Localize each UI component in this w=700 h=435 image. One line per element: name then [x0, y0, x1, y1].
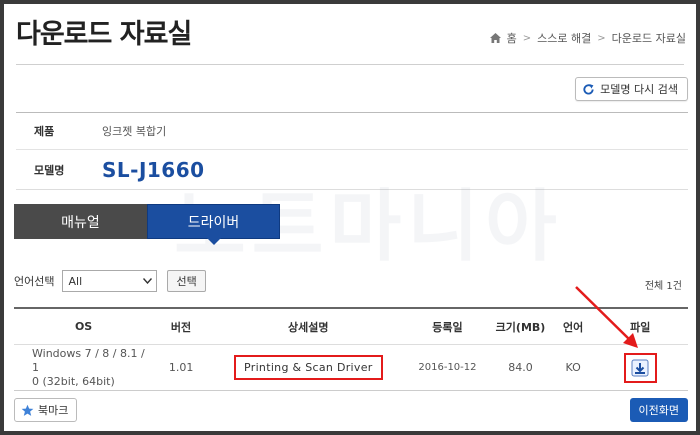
model-row: 모델명 SL-J1660: [16, 149, 688, 189]
back-button[interactable]: 이전화면: [629, 398, 688, 422]
row-os-line1: Windows 7 / 8 / 8.1 / 1: [32, 346, 145, 374]
product-label: 제품: [34, 125, 55, 138]
home-icon[interactable]: [489, 33, 501, 43]
page-frame: 다운로드 자료실 홈 > 스스로 해결 > 다운로드 자료실 모델명 다시 검색…: [4, 4, 696, 431]
page-title: 다운로드 자료실: [16, 19, 192, 50]
tab-driver[interactable]: 드라이버: [147, 204, 280, 245]
header-description: 상세설명: [288, 320, 329, 334]
download-icon: [631, 359, 649, 376]
row-description: Printing & Scan Driver: [234, 355, 383, 380]
product-info: 제품 잉크젯 복합기 모델명 SL-J1660: [16, 112, 688, 190]
star-icon: [21, 404, 34, 416]
language-select[interactable]: All: [62, 270, 158, 292]
bookmark-label: 북마크: [38, 404, 69, 417]
total-count: 전체 1건: [644, 281, 682, 292]
row-size: 84.0: [508, 361, 533, 374]
header-language: 언어: [563, 320, 584, 334]
driver-table: OS 버전 상세설명 등록일 크기(MB) 언어 파일 Windows 7 / …: [14, 307, 688, 391]
language-selected-value: All: [68, 274, 83, 288]
row-os: Windows 7 / 8 / 8.1 / 1 0 (32bit, 64bit): [14, 347, 153, 389]
header-size: 크기(MB): [495, 320, 546, 334]
row-language: KO: [565, 361, 581, 374]
model-research-button[interactable]: 모델명 다시 검색: [575, 77, 688, 101]
row-description-cell: Printing & Scan Driver: [209, 355, 408, 380]
header-date: 등록일: [432, 320, 463, 334]
download-button[interactable]: [623, 352, 657, 383]
header-divider: [16, 64, 684, 65]
chevron-right-icon: >: [522, 32, 532, 44]
product-value: 잉크젯 복합기: [102, 125, 167, 138]
model-research-label: 모델명 다시 검색: [600, 83, 678, 96]
header-file: 파일: [630, 320, 651, 334]
language-label: 언어선택: [14, 275, 55, 288]
breadcrumb: 홈 > 스스로 해결 > 다운로드 자료실: [489, 30, 686, 46]
select-button[interactable]: 선택: [167, 270, 206, 292]
breadcrumb-self-help[interactable]: 스스로 해결: [537, 30, 591, 46]
model-label: 모델명: [34, 163, 65, 177]
header-version: 버전: [170, 320, 192, 334]
row-version: 1.01: [168, 361, 194, 374]
bookmark-button[interactable]: 북마크: [14, 398, 78, 422]
table-header: OS 버전 상세설명 등록일 크기(MB) 언어 파일: [14, 309, 688, 345]
row-file-cell: [593, 352, 688, 383]
chevron-down-icon: [143, 278, 153, 284]
breadcrumb-home[interactable]: 홈: [507, 30, 517, 46]
model-value: SL-J1660: [102, 157, 205, 182]
breadcrumb-download[interactable]: 다운로드 자료실: [612, 30, 686, 46]
chevron-right-icon: >: [597, 32, 606, 44]
header-os: OS: [74, 320, 93, 333]
product-row: 제품 잉크젯 복합기: [16, 113, 688, 149]
refresh-icon: [583, 83, 594, 95]
row-os-line2: 0 (32bit, 64bit): [32, 374, 115, 388]
row-date: 2016-10-12: [418, 362, 477, 373]
tab-bar: 매뉴얼 드라이버: [14, 204, 280, 245]
tab-manual[interactable]: 매뉴얼: [14, 204, 147, 239]
language-filter: 언어선택 All 선택: [14, 270, 206, 292]
table-row: Windows 7 / 8 / 8.1 / 1 0 (32bit, 64bit)…: [14, 345, 688, 391]
